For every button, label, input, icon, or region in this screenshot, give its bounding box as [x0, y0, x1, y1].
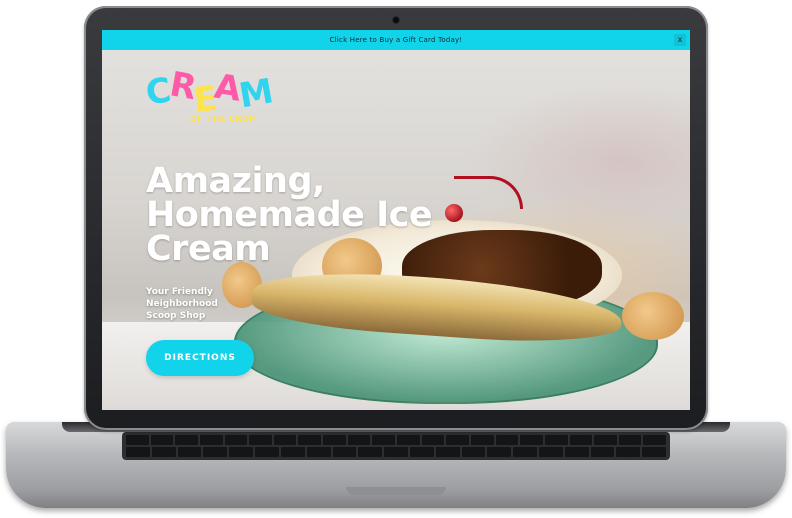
- close-icon[interactable]: x: [674, 34, 686, 46]
- laptop-keyboard: [122, 432, 670, 460]
- gift-card-link[interactable]: Click Here to Buy a Gift Card Today!: [330, 36, 463, 44]
- site-logo[interactable]: CREAM OF THE CROP: [143, 64, 274, 130]
- directions-button[interactable]: DIRECTIONS: [146, 340, 254, 376]
- hero-photo-wafer: [622, 292, 684, 340]
- browser-viewport: Click Here to Buy a Gift Card Today! x C…: [102, 30, 690, 410]
- logo-letter: M: [235, 71, 275, 117]
- webcam: [393, 17, 399, 23]
- logo-tagline: OF THE CROP: [190, 114, 256, 123]
- hero-subheadline: Your Friendly Neighborhood Scoop Shop: [146, 287, 218, 321]
- logo-letter: C: [143, 70, 172, 114]
- laptop-front-notch: [346, 487, 446, 495]
- gift-card-announcement-bar[interactable]: Click Here to Buy a Gift Card Today! x: [102, 30, 690, 50]
- hero-headline: Amazing, Homemade Ice Cream: [146, 161, 433, 269]
- logo-wordmark: CREAM: [143, 64, 274, 121]
